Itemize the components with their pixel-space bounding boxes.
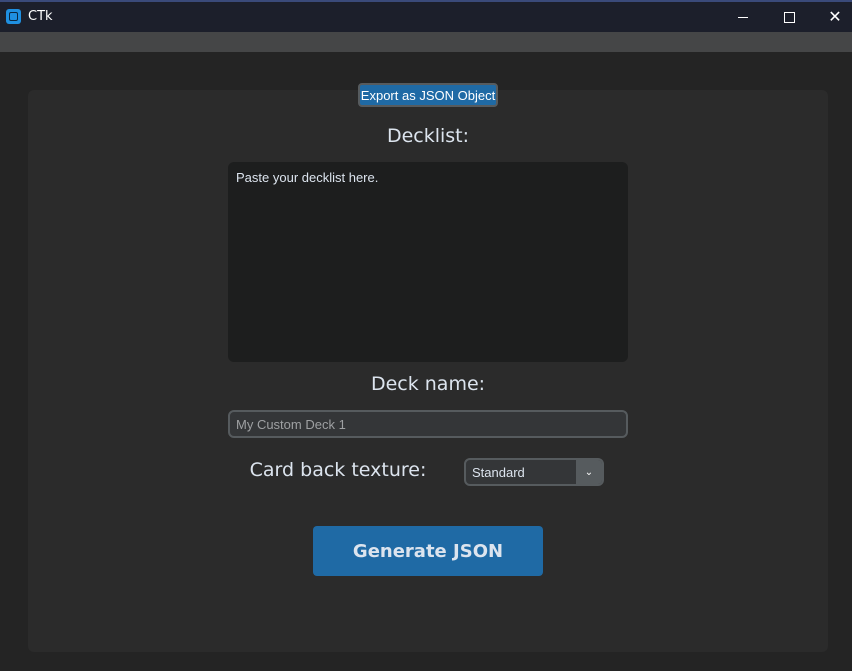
card-back-label: Card back texture: bbox=[249, 459, 427, 481]
close-icon: ✕ bbox=[828, 7, 842, 26]
export-json-button[interactable]: Export as JSON Object bbox=[358, 83, 498, 107]
minimize-icon bbox=[738, 16, 748, 18]
menu-bar bbox=[0, 32, 852, 52]
deck-name-label: Deck name: bbox=[370, 373, 486, 395]
card-back-dropdown[interactable]: Standard ⌄ bbox=[464, 458, 604, 486]
chevron-down-icon[interactable]: ⌄ bbox=[576, 460, 602, 484]
deck-name-input[interactable]: My Custom Deck 1 bbox=[228, 410, 628, 438]
deck-name-placeholder: My Custom Deck 1 bbox=[236, 416, 346, 432]
maximize-button[interactable] bbox=[766, 2, 812, 32]
close-button[interactable]: ✕ bbox=[812, 2, 852, 32]
app-icon bbox=[6, 9, 21, 24]
maximize-icon bbox=[783, 11, 795, 23]
generate-json-button[interactable]: Generate JSON bbox=[313, 526, 543, 576]
decklist-label: Decklist: bbox=[386, 125, 470, 147]
card-back-selected: Standard bbox=[472, 464, 525, 480]
decklist-textarea[interactable]: Paste your decklist here. bbox=[228, 162, 628, 362]
title-bar[interactable]: CTk ✕ bbox=[0, 0, 852, 32]
window-title: CTk bbox=[28, 9, 53, 24]
minimize-button[interactable] bbox=[720, 2, 766, 32]
